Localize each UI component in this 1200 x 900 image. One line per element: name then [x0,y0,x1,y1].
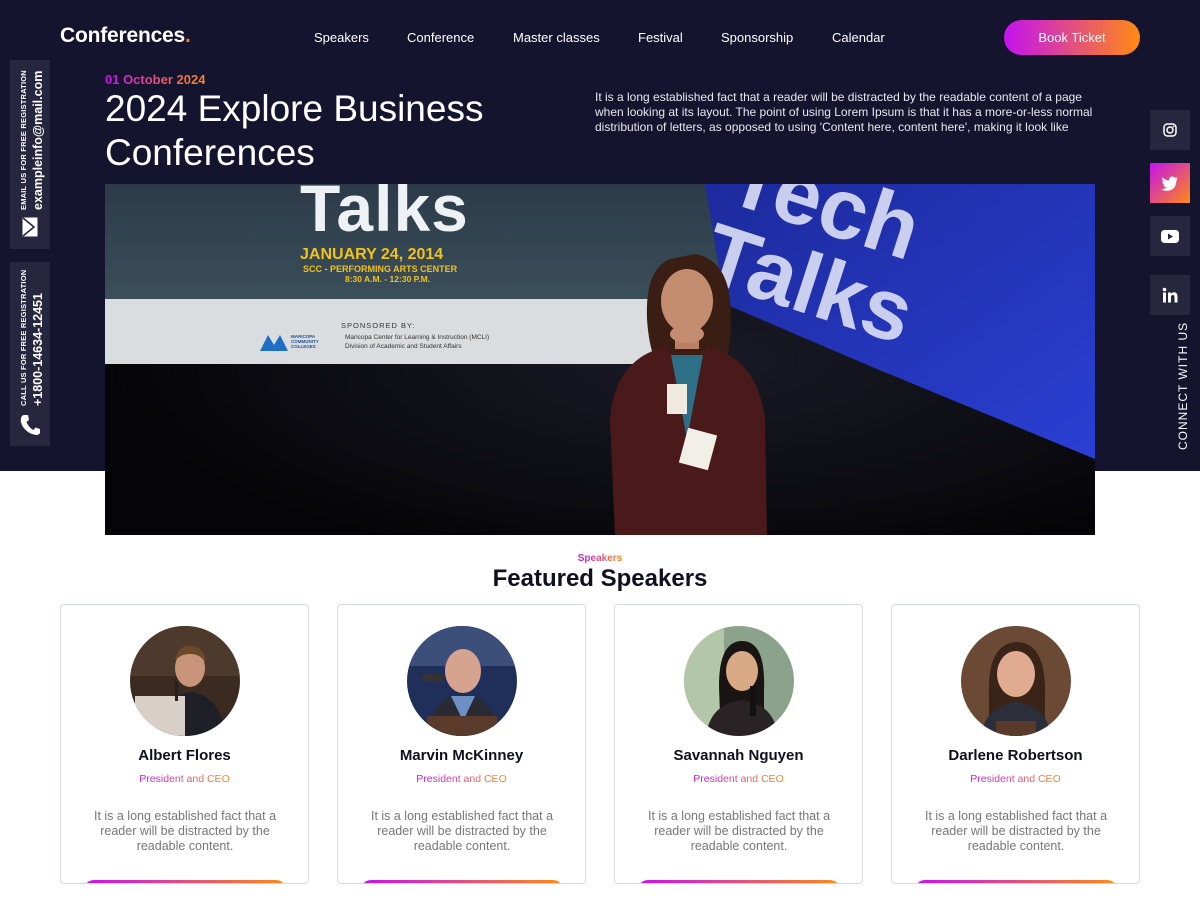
sponsor-logo-icon [260,335,288,351]
phone-icon [20,415,40,435]
speaker-card: Marvin McKinney President and CEO It is … [337,604,586,884]
speaker-card: Albert Flores President and CEO It is a … [60,604,309,884]
speaker-role-text: President and CEO [139,773,230,785]
nav-link-calendar[interactable]: Calendar [832,30,885,45]
nav-link-master-classes[interactable]: Master classes [513,30,600,45]
speaker-bio: It is a long established fact that a rea… [370,809,554,853]
screen-venue-text: SCC - PERFORMING ARTS CENTER [303,264,458,274]
speaker-bio: It is a long established fact that a rea… [647,809,831,853]
section-title: Featured Speakers [492,565,708,592]
linkedin-button[interactable] [1150,275,1190,315]
nav-link-sponsorship[interactable]: Sponsorship [721,30,793,45]
nav-link-conference[interactable]: Conference [407,30,474,45]
instagram-button[interactable] [1150,110,1190,150]
sponsor-line-2: Division of Academic and Student Affairs [345,343,462,350]
book-ticket-button[interactable]: Book Ticket [1004,20,1140,55]
speaker-name: Marvin McKinney [399,747,524,764]
speaker-name: Savannah Nguyen [673,747,804,764]
nav-link-festival[interactable]: Festival [638,30,683,45]
instagram-icon [1163,123,1177,137]
sponsor-logo-text: MARICOPA COMMUNITY COLLEGES [291,334,319,349]
hero-image: Talks JANUARY 24, 2014 SCC - PERFORMING … [105,184,1095,535]
screen-time-text: 8:30 A.M. - 12:30 P.M. [345,274,431,284]
nav-link-speakers[interactable]: Speakers [314,30,369,45]
email-caption: EMAIL US FOR FREE REGISTRATION [19,70,28,210]
youtube-button[interactable] [1150,216,1190,256]
linkedin-icon [1162,287,1178,303]
sponsor-line-1: Maricopa Center for Learning & Instructi… [345,334,490,341]
phone-caption: CALL US FOR FREE REGISTRATION [19,269,28,406]
email-address[interactable]: exampleinfo@mail.com [31,71,45,210]
speaker-avatar [407,626,517,736]
speaker-card-button[interactable] [361,880,563,883]
speaker-role: President and CEO [892,773,1139,785]
speaker-avatar [130,626,240,736]
speaker-role-text: President and CEO [693,773,784,785]
section-eyebrow: Speakers [0,553,1200,564]
speaker-role: President and CEO [338,773,585,785]
connect-with-us-label: CONNECT WITH US [1176,321,1190,450]
event-date: 01 October 2024 [105,72,206,87]
hero-title: 2024 Explore Business Conferences [105,88,484,173]
logo-dot: . [185,24,191,47]
speaker-bio: It is a long established fact that a rea… [924,809,1108,853]
speaker-bio: It is a long established fact that a rea… [93,809,277,853]
speaker-name: Darlene Robertson [948,747,1083,764]
screen-brand-text: Talks [300,184,469,245]
sponsored-by-text: SPONSORED BY: [341,321,416,330]
speaker-role: President and CEO [61,773,308,785]
speaker-role-text: President and CEO [416,773,507,785]
speaker-card: Savannah Nguyen President and CEO It is … [614,604,863,884]
speaker-card-button[interactable] [638,880,840,883]
section-eyebrow-text: Speakers [577,553,623,564]
hero-description: It is a long established fact that a rea… [595,90,1093,134]
speaker-figure [610,254,767,535]
speaker-role: President and CEO [615,773,862,785]
email-contact-box[interactable]: EMAIL US FOR FREE REGISTRATION examplein… [10,60,50,249]
screen-date-text: JANUARY 24, 2014 [300,246,444,263]
speaker-name: Albert Flores [138,747,231,764]
phone-contact-box[interactable]: CALL US FOR FREE REGISTRATION +1800-1463… [10,262,50,446]
phone-number[interactable]: +1800-14634-12451 [31,293,45,406]
speaker-card-button[interactable] [84,880,286,883]
speaker-avatar [684,626,794,736]
twitter-button[interactable] [1150,163,1190,203]
speaker-avatar [961,626,1071,736]
speaker-card-button[interactable] [915,880,1117,883]
twitter-icon [1161,175,1178,191]
youtube-icon [1161,229,1179,243]
speaker-role-text: President and CEO [970,773,1061,785]
mail-icon [22,217,38,237]
speaker-card: Darlene Robertson President and CEO It i… [891,604,1140,884]
logo-text: Conferences [60,24,186,47]
site-logo[interactable]: Conferences. [60,24,191,48]
